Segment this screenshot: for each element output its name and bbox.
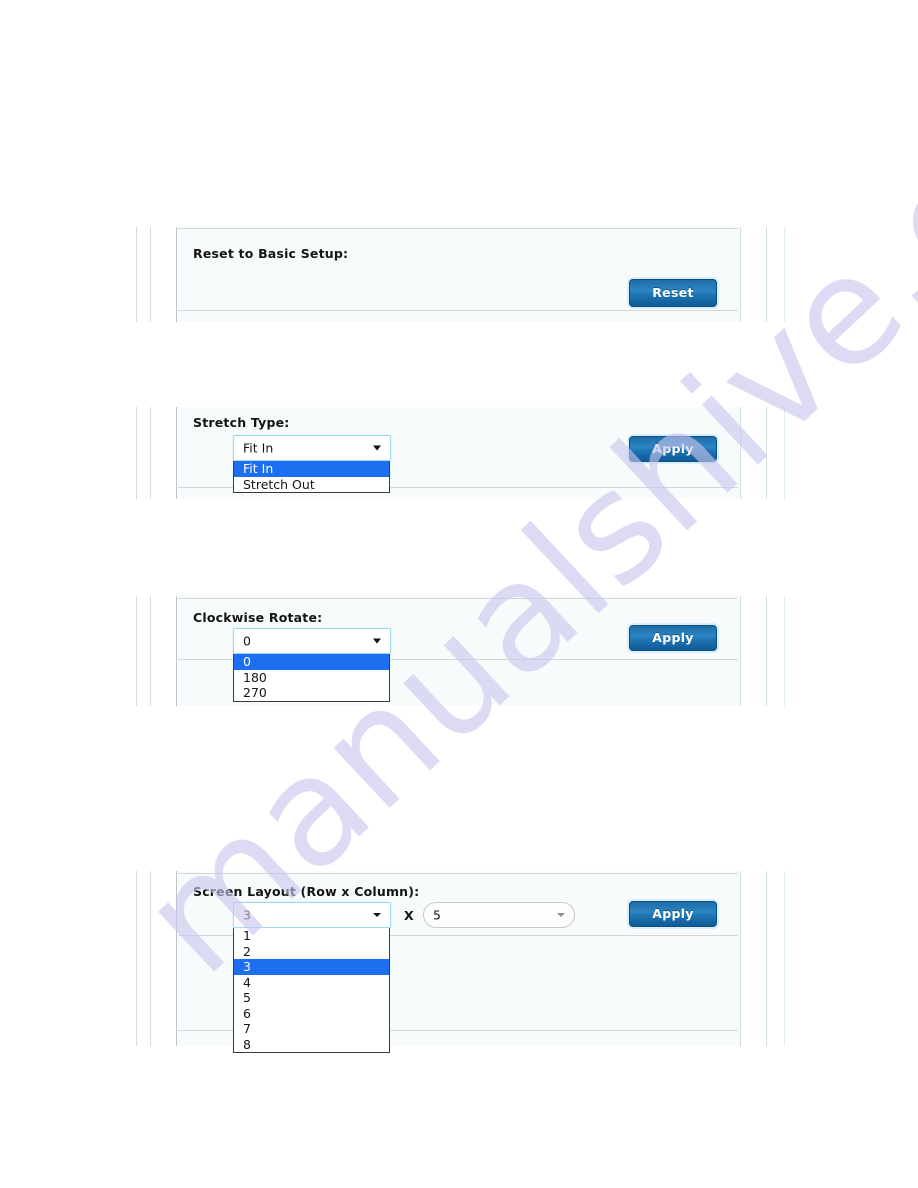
frame-rule-right-outer [784, 227, 785, 322]
list-item[interactable]: 4 [234, 975, 389, 991]
apply-button[interactable]: Apply [629, 901, 717, 927]
screen-layout-row-select-box[interactable]: 3 [233, 902, 391, 928]
frame-rule-right-mid [766, 407, 767, 499]
frame-rule-right-mid [766, 227, 767, 322]
stretch-type-select-box[interactable]: Fit In [233, 435, 391, 461]
apply-button[interactable]: Apply [629, 436, 717, 462]
screen-layout-row-select[interactable]: 3 1 2 3 4 5 6 7 8 [233, 902, 391, 1053]
list-item[interactable]: 3 [234, 959, 389, 975]
frame-rule-right-mid [766, 596, 767, 706]
screen-layout-column-select[interactable]: 5 [423, 902, 575, 928]
watermark-text: manualshive.com [110, 0, 918, 1008]
clockwise-rotate-select-box[interactable]: 0 [233, 628, 391, 654]
panel-rule-top [178, 873, 738, 874]
chevron-down-icon [373, 638, 381, 644]
list-item[interactable]: Stretch Out [234, 477, 389, 493]
frame-rule-left-mid [150, 871, 151, 1046]
frame-rule-left-outer [136, 227, 137, 322]
clockwise-rotate-select[interactable]: 0 0 180 270 [233, 628, 391, 702]
panel-rule-top [178, 228, 738, 229]
frame-rule-right-inner [740, 871, 741, 1046]
frame-rule-left-outer [136, 596, 137, 706]
clockwise-rotate-select-value: 0 [243, 633, 251, 649]
stretch-type-option-list[interactable]: Fit In Stretch Out [233, 461, 390, 493]
panel-screen-layout: Screen Layout (Row x Column): 3 1 2 3 4 … [136, 871, 796, 1053]
panel-body: Screen Layout (Row x Column): 3 1 2 3 4 … [177, 871, 739, 1053]
panel-rule-top [178, 598, 738, 599]
screen-layout-row-option-list[interactable]: 1 2 3 4 5 6 7 8 [233, 928, 390, 1053]
list-item[interactable]: 2 [234, 944, 389, 960]
stretch-type-select[interactable]: Fit In Fit In Stretch Out [233, 435, 391, 493]
panel-body: Stretch Type: Fit In Fit In Stretch Out … [177, 407, 739, 499]
frame-rule-left-mid [150, 596, 151, 706]
reset-button[interactable]: Reset [629, 279, 717, 307]
list-item[interactable]: 180 [234, 670, 389, 686]
frame-rule-right-inner [740, 407, 741, 499]
frame-rule-right-inner [740, 227, 741, 322]
list-item[interactable]: 7 [234, 1021, 389, 1037]
list-item[interactable]: 270 [234, 685, 389, 701]
layout-separator: X [404, 908, 414, 923]
chevron-down-icon [373, 445, 381, 451]
chevron-down-icon [373, 913, 381, 917]
list-item[interactable]: 1 [234, 928, 389, 944]
stretch-type-select-value: Fit In [243, 440, 274, 456]
frame-rule-left-outer [136, 407, 137, 499]
frame-rule-right-outer [784, 407, 785, 499]
apply-button-label: Apply [652, 441, 694, 456]
apply-button[interactable]: Apply [629, 625, 717, 651]
reset-button-label: Reset [652, 285, 694, 300]
frame-rule-right-mid [766, 871, 767, 1046]
panel-stretch-type: Stretch Type: Fit In Fit In Stretch Out … [136, 407, 796, 499]
field-label: Stretch Type: [193, 415, 290, 430]
frame-rule-right-outer [784, 871, 785, 1046]
frame-rule-left-mid [150, 227, 151, 322]
frame-rule-left-mid [150, 407, 151, 499]
panel-reset-to-basic-setup: Reset to Basic Setup: Reset [136, 227, 796, 322]
list-item[interactable]: 5 [234, 990, 389, 1006]
panel-body: Clockwise Rotate: 0 0 180 270 Apply [177, 596, 739, 706]
frame-rule-right-inner [740, 596, 741, 706]
list-item[interactable]: 8 [234, 1037, 389, 1053]
apply-button-label: Apply [652, 630, 694, 645]
frame-rule-left-outer [136, 871, 137, 1046]
screen-layout-column-select-value: 5 [433, 907, 441, 923]
field-label: Screen Layout (Row x Column): [193, 884, 420, 899]
panel-clockwise-rotate: Clockwise Rotate: 0 0 180 270 Apply [136, 596, 796, 706]
frame-rule-right-outer [784, 596, 785, 706]
field-label: Reset to Basic Setup: [193, 246, 349, 261]
list-item[interactable]: Fit In [234, 461, 389, 477]
list-item[interactable]: 6 [234, 1006, 389, 1022]
panel-rule-bottom [178, 310, 738, 311]
chevron-down-icon [557, 913, 565, 917]
apply-button-label: Apply [652, 906, 694, 921]
panel-body: Reset to Basic Setup: Reset [177, 227, 739, 322]
field-label: Clockwise Rotate: [193, 610, 323, 625]
clockwise-rotate-option-list[interactable]: 0 180 270 [233, 654, 390, 702]
list-item[interactable]: 0 [234, 654, 389, 670]
screen-layout-row-select-value: 3 [243, 907, 251, 923]
screen-layout-column-select-box[interactable]: 5 [423, 902, 575, 928]
